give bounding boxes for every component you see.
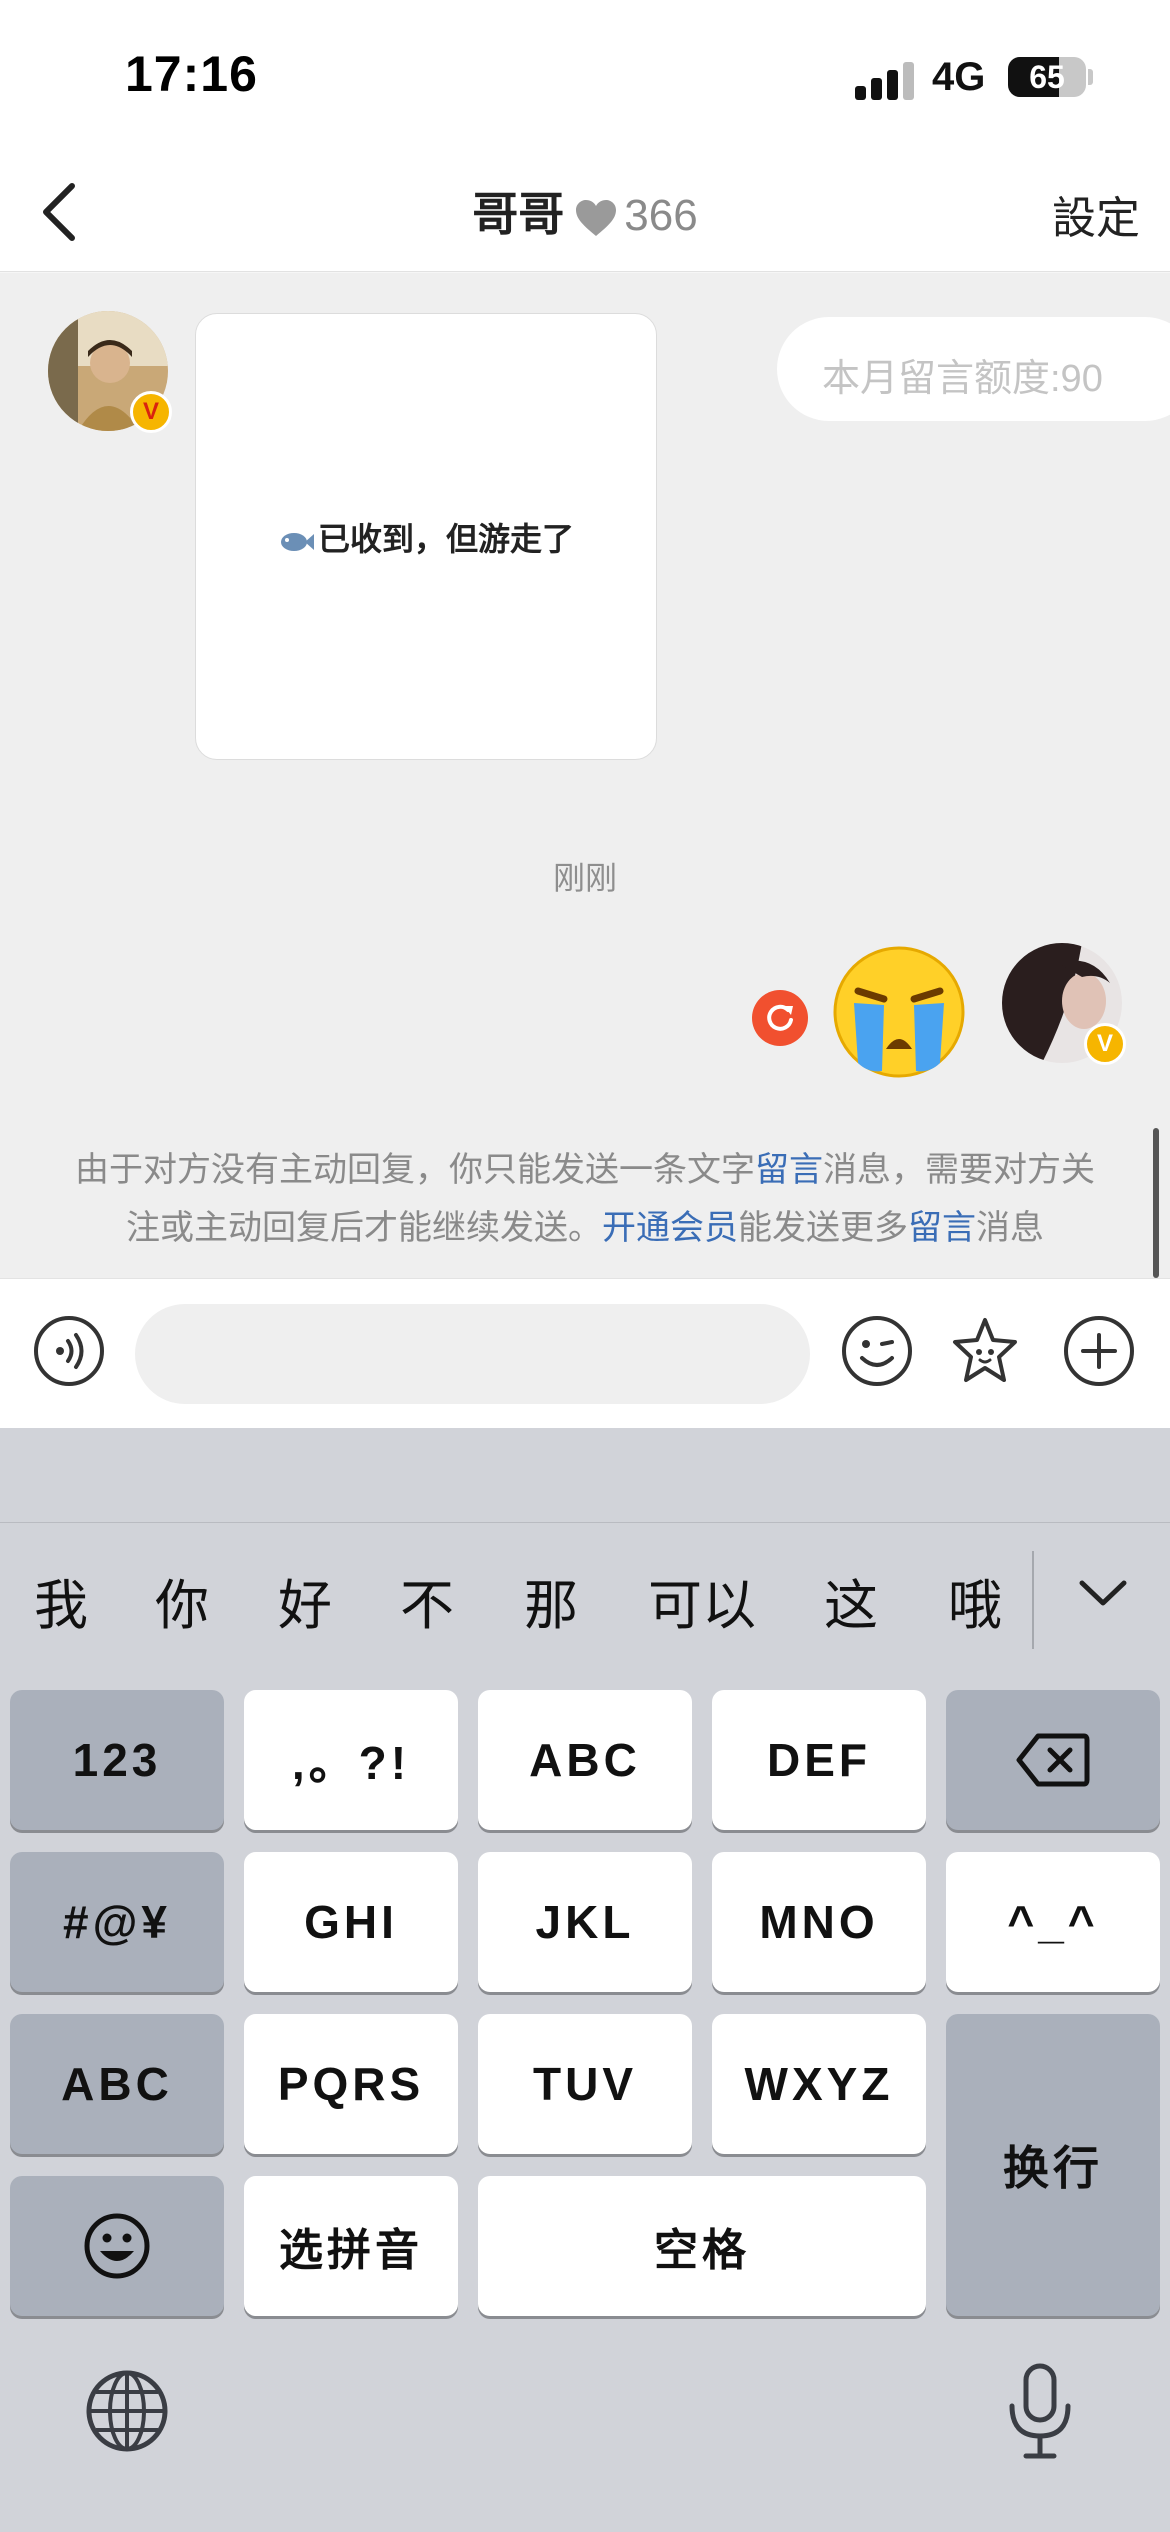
chevron-down-icon xyxy=(1079,1580,1127,1606)
status-bar: 17:16 4G 65 xyxy=(0,0,1170,150)
globe-icon xyxy=(86,2370,168,2452)
key-wxyz[interactable]: WXYZ xyxy=(712,2014,926,2154)
key-abc-switch[interactable]: ABC xyxy=(10,2014,224,2154)
notice-text: 由于对方没有主动回复，你只能发送一条文字 xyxy=(75,1151,755,1189)
emoji-icon xyxy=(84,2213,150,2279)
candidate-item[interactable]: 你 xyxy=(155,1561,209,1640)
notice-link-membership[interactable]: 开通会员 xyxy=(602,1209,738,1247)
candidate-bar: 我 你 好 不 那 可以 这 哦 xyxy=(0,1522,1170,1658)
notice-text: 消息 xyxy=(976,1209,1044,1247)
message-card[interactable]: 已收到，但游走了 xyxy=(195,313,657,760)
page-title: 哥哥 xyxy=(472,188,565,240)
notice-link-message-2[interactable]: 留言 xyxy=(908,1209,976,1247)
fish-icon xyxy=(280,532,314,551)
key-punctuation[interactable]: ,。?! xyxy=(244,1690,458,1830)
status-time: 17:16 xyxy=(125,46,258,102)
resend-button[interactable] xyxy=(752,990,808,1046)
battery-tip xyxy=(1088,69,1093,85)
voice-icon xyxy=(34,1316,104,1386)
quota-pill: 本月留言额度:90 xyxy=(777,317,1170,421)
collapse-candidates-button[interactable] xyxy=(1070,1563,1136,1623)
microphone-icon xyxy=(1009,2363,1071,2459)
key-abc-row1[interactable]: ABC xyxy=(478,1690,692,1830)
candidate-item[interactable]: 好 xyxy=(278,1561,332,1640)
message-timestamp: 刚刚 xyxy=(552,860,617,896)
delete-icon xyxy=(1016,1733,1090,1787)
chat-area: V 已收到，但游走了 本月留言额度:90 刚刚 V 由于对方没有主动回复，你只能… xyxy=(0,273,1170,1278)
self-avatar[interactable]: V xyxy=(1002,943,1126,1065)
crying-emoji-message[interactable] xyxy=(828,941,970,1083)
candidate-item[interactable]: 我 xyxy=(34,1561,88,1640)
battery-icon: 65 xyxy=(1008,57,1086,97)
signal-icon xyxy=(855,60,917,100)
contact-avatar[interactable]: V xyxy=(48,311,172,433)
microphone-button[interactable] xyxy=(1002,2362,1078,2462)
key-pqrs[interactable]: PQRS xyxy=(244,2014,458,2154)
input-bar xyxy=(0,1278,1170,1428)
emoji-icon xyxy=(842,1316,912,1386)
battery-level: 65 xyxy=(1029,59,1065,95)
candidate-divider xyxy=(1032,1551,1034,1649)
key-def[interactable]: DEF xyxy=(712,1690,926,1830)
plus-icon xyxy=(1064,1316,1134,1386)
notice-link-message[interactable]: 留言 xyxy=(755,1151,823,1189)
star-sticker-icon xyxy=(953,1318,1017,1382)
key-space[interactable]: 空格 xyxy=(478,2176,926,2316)
voice-button[interactable] xyxy=(32,1314,106,1388)
settings-button[interactable]: 設定 xyxy=(1052,182,1140,246)
candidate-item[interactable]: 那 xyxy=(524,1561,578,1640)
candidate-item[interactable]: 不 xyxy=(400,1561,454,1640)
key-jkl[interactable]: JKL xyxy=(478,1852,692,1992)
intimacy-count: 366 xyxy=(624,191,698,240)
verified-badge: V xyxy=(130,391,172,433)
heart-icon xyxy=(576,199,617,236)
key-delete[interactable] xyxy=(946,1690,1160,1830)
key-symbols[interactable]: #@¥ xyxy=(10,1852,224,1992)
refresh-icon xyxy=(767,1004,793,1031)
key-select-pinyin[interactable]: 选拼音 xyxy=(244,2176,458,2316)
keyboard: 我 你 好 不 那 可以 这 哦 123 ,。?! ABC DEF #@¥ GH… xyxy=(0,1428,1170,2532)
candidate-item[interactable]: 哦 xyxy=(948,1561,1002,1640)
nav-title-group: 哥哥 366 xyxy=(0,178,1170,244)
quota-text: 本月留言额度:90 xyxy=(822,358,1103,400)
emoji-button[interactable] xyxy=(840,1314,914,1388)
key-emoticon[interactable]: ^_^ xyxy=(946,1852,1160,1992)
candidate-item[interactable]: 可以 xyxy=(648,1561,756,1640)
scroll-indicator[interactable] xyxy=(1153,1128,1159,1278)
sticker-button[interactable] xyxy=(948,1314,1022,1388)
nav-bar: 哥哥 366 設定 xyxy=(0,150,1170,272)
more-button[interactable] xyxy=(1062,1314,1136,1388)
candidate-item[interactable]: 这 xyxy=(824,1561,878,1640)
key-tuv[interactable]: TUV xyxy=(478,2014,692,2154)
key-mno[interactable]: MNO xyxy=(712,1852,926,1992)
key-enter[interactable]: 换行 xyxy=(946,2014,1160,2316)
message-input[interactable] xyxy=(135,1304,810,1404)
card-message-text: 已收到，但游走了 xyxy=(317,521,574,557)
key-ghi[interactable]: GHI xyxy=(244,1852,458,1992)
key-123[interactable]: 123 xyxy=(10,1690,224,1830)
key-emoji[interactable] xyxy=(10,2176,224,2316)
verified-badge: V xyxy=(1084,1023,1126,1065)
network-label: 4G xyxy=(932,55,986,99)
reply-limit-notice: 由于对方没有主动回复，你只能发送一条文字留言消息，需要对方关注或主动回复后才能继… xyxy=(60,1141,1110,1257)
globe-button[interactable] xyxy=(84,2368,170,2454)
notice-text: 能发送更多 xyxy=(738,1209,908,1247)
